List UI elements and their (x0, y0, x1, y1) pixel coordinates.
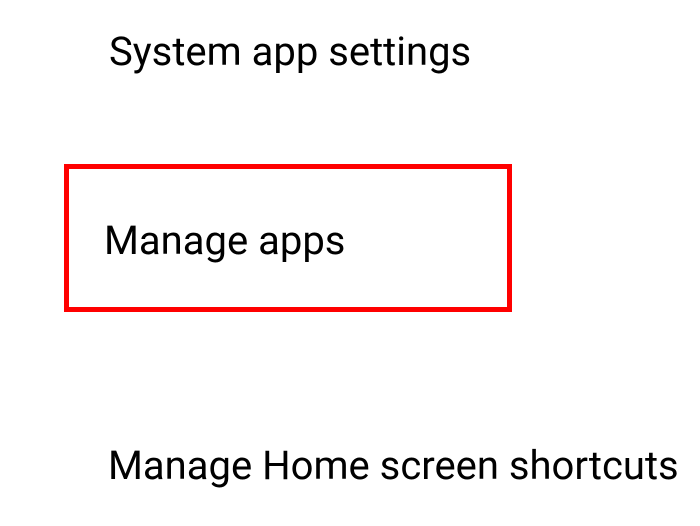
settings-item-manage-home-shortcuts[interactable]: Manage Home screen shortcuts (0, 442, 700, 489)
settings-item-label: Manage apps (0, 217, 345, 264)
settings-item-system-app-settings[interactable]: System app settings (0, 10, 700, 85)
settings-item-manage-apps[interactable]: Manage apps (0, 170, 700, 310)
settings-list: System app settings Manage apps Manage H… (0, 0, 700, 85)
settings-item-label: System app settings (0, 28, 471, 75)
settings-item-label: Manage Home screen shortcuts (0, 442, 679, 489)
